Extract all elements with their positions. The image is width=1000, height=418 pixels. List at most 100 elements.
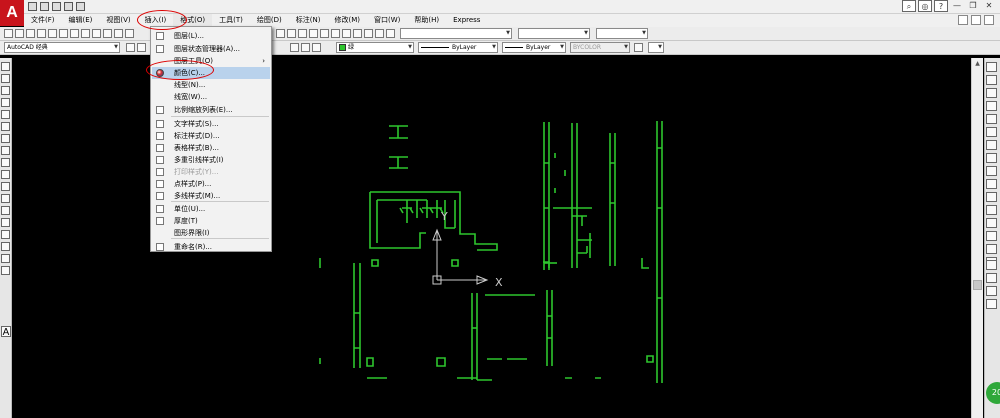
format-menu-item-15[interactable]: 厚度(T) (152, 215, 270, 227)
dim-style-combo[interactable]: ▼ (518, 28, 590, 39)
preview-icon[interactable] (48, 29, 57, 38)
restore-button[interactable]: ❐ (966, 0, 980, 12)
calculator-icon[interactable] (375, 29, 384, 38)
layer-previous-icon[interactable] (301, 43, 310, 52)
tool-palettes-icon[interactable] (342, 29, 351, 38)
rotate-icon[interactable] (986, 140, 997, 150)
sheet-set-icon[interactable] (353, 29, 362, 38)
format-menu-item-14[interactable]: 单位(U)... (152, 203, 270, 215)
zoom-window-icon[interactable] (298, 29, 307, 38)
save-icon[interactable] (52, 2, 61, 11)
table-style-combo[interactable]: ▼ (596, 28, 648, 39)
format-menu-item-8[interactable]: 标注样式(D)... (152, 130, 270, 142)
close-button[interactable]: ✕ (982, 0, 996, 12)
menu-file[interactable]: 文件(F) (24, 14, 62, 27)
offset-icon[interactable] (986, 101, 997, 111)
publish-icon[interactable] (59, 29, 68, 38)
join-icon[interactable] (986, 218, 997, 228)
revcloud-icon[interactable] (1, 146, 10, 155)
copy-object-icon[interactable] (986, 75, 997, 85)
break-icon[interactable] (986, 205, 997, 215)
layer-properties-icon[interactable] (126, 43, 135, 52)
new-file-icon[interactable] (28, 2, 37, 11)
draw-order-front-icon[interactable] (986, 273, 997, 283)
doc-minimize-icon[interactable] (958, 15, 968, 25)
multiline-text-icon[interactable]: A (1, 326, 11, 338)
menu-express[interactable]: Express (446, 14, 487, 27)
rectangle-icon[interactable] (1, 110, 10, 119)
format-menu-item-5[interactable]: 线宽(W)... (152, 91, 270, 103)
mirror-icon[interactable] (986, 88, 997, 98)
design-center-icon[interactable] (331, 29, 340, 38)
ellipse-arc-icon[interactable] (1, 182, 10, 191)
fillet-icon[interactable] (986, 244, 997, 254)
menu-edit[interactable]: 编辑(E) (62, 14, 100, 27)
gradient-icon[interactable] (1, 242, 10, 251)
linetype-combo[interactable]: ByLayer ▼ (418, 42, 498, 53)
undo-icon[interactable] (76, 2, 85, 11)
doc-close-icon[interactable] (984, 15, 994, 25)
draw-order-back-icon[interactable] (986, 286, 997, 296)
move-icon[interactable] (986, 127, 997, 137)
text-style-combo[interactable]: ▼ (400, 28, 512, 39)
qnew-icon[interactable] (4, 29, 13, 38)
trim-icon[interactable] (986, 179, 997, 189)
table-icon[interactable] (1, 266, 10, 275)
search-icon[interactable]: ⌕ (902, 0, 916, 12)
workspace-combo[interactable]: AutoCAD 经典 ▼ (4, 42, 120, 53)
user-icon[interactable]: ◎ (918, 0, 932, 12)
menu-window[interactable]: 窗口(W) (367, 14, 407, 27)
format-menu-item-4[interactable]: 线型(N)... (152, 79, 270, 91)
autocad-logo[interactable]: A (0, 0, 24, 26)
region-icon[interactable] (1, 254, 10, 263)
color-combo[interactable]: 绿 ▼ (336, 42, 414, 53)
format-menu-item-10[interactable]: 多重引线样式(I) (152, 154, 270, 166)
hatch-icon[interactable] (1, 230, 10, 239)
polygon-icon[interactable] (1, 98, 10, 107)
markup-icon[interactable] (364, 29, 373, 38)
format-menu-item-1[interactable]: 图层状态管理器(A)... (152, 43, 270, 55)
layer-state-tool-icon[interactable] (137, 43, 146, 52)
paste-icon[interactable] (92, 29, 101, 38)
scroll-thumb[interactable] (973, 280, 982, 290)
zoom-previous-icon[interactable] (309, 29, 318, 38)
point-icon[interactable] (1, 218, 10, 227)
spline-icon[interactable] (1, 158, 10, 167)
format-menu-item-12[interactable]: 点样式(P)... (152, 178, 270, 190)
pan-icon[interactable] (276, 29, 285, 38)
stretch-icon[interactable] (986, 166, 997, 176)
copy-icon[interactable] (81, 29, 90, 38)
scroll-up-icon[interactable]: ▲ (973, 59, 982, 68)
zoom-realtime-icon[interactable] (287, 29, 296, 38)
make-block-icon[interactable] (1, 206, 10, 215)
arc-icon[interactable] (1, 122, 10, 131)
qsave-icon[interactable] (26, 29, 35, 38)
minimize-button[interactable]: — (950, 0, 964, 12)
format-menu-item-6[interactable]: 比例缩放列表(E)... (152, 104, 270, 116)
scale-icon[interactable] (986, 153, 997, 163)
match-properties-icon[interactable] (103, 29, 112, 38)
lineweight-combo[interactable]: ByLayer ▼ (502, 42, 566, 53)
menu-modify[interactable]: 修改(M) (327, 14, 367, 27)
format-menu-item-9[interactable]: 表格样式(B)... (152, 142, 270, 154)
help-icon[interactable]: ? (934, 0, 948, 12)
plot-style-combo[interactable]: BYCOLOR ▼ (570, 42, 630, 53)
undo-tool-icon[interactable] (125, 29, 134, 38)
format-menu-item-17[interactable]: 重命名(R)... (152, 241, 270, 253)
print-icon[interactable] (64, 2, 73, 11)
insert-block-icon[interactable] (1, 194, 10, 203)
menu-view[interactable]: 视图(V) (99, 14, 137, 27)
open-file-icon[interactable] (40, 2, 49, 11)
text-front-icon[interactable] (986, 299, 997, 309)
format-menu-item-0[interactable]: 图层(L)... (152, 30, 270, 42)
chamfer-icon[interactable] (986, 231, 997, 241)
menu-dimension[interactable]: 标注(N) (289, 14, 328, 27)
format-menu-item-7[interactable]: 文字样式(S)... (152, 118, 270, 130)
block-editor-icon[interactable] (114, 29, 123, 38)
format-menu-item-2[interactable]: 图层工具(O) › (152, 55, 270, 67)
vertical-scrollbar[interactable]: ▲ (971, 58, 983, 418)
construction-line-icon[interactable] (1, 74, 10, 83)
extend-icon[interactable] (986, 192, 997, 202)
cut-icon[interactable] (70, 29, 79, 38)
plot-icon[interactable] (37, 29, 46, 38)
